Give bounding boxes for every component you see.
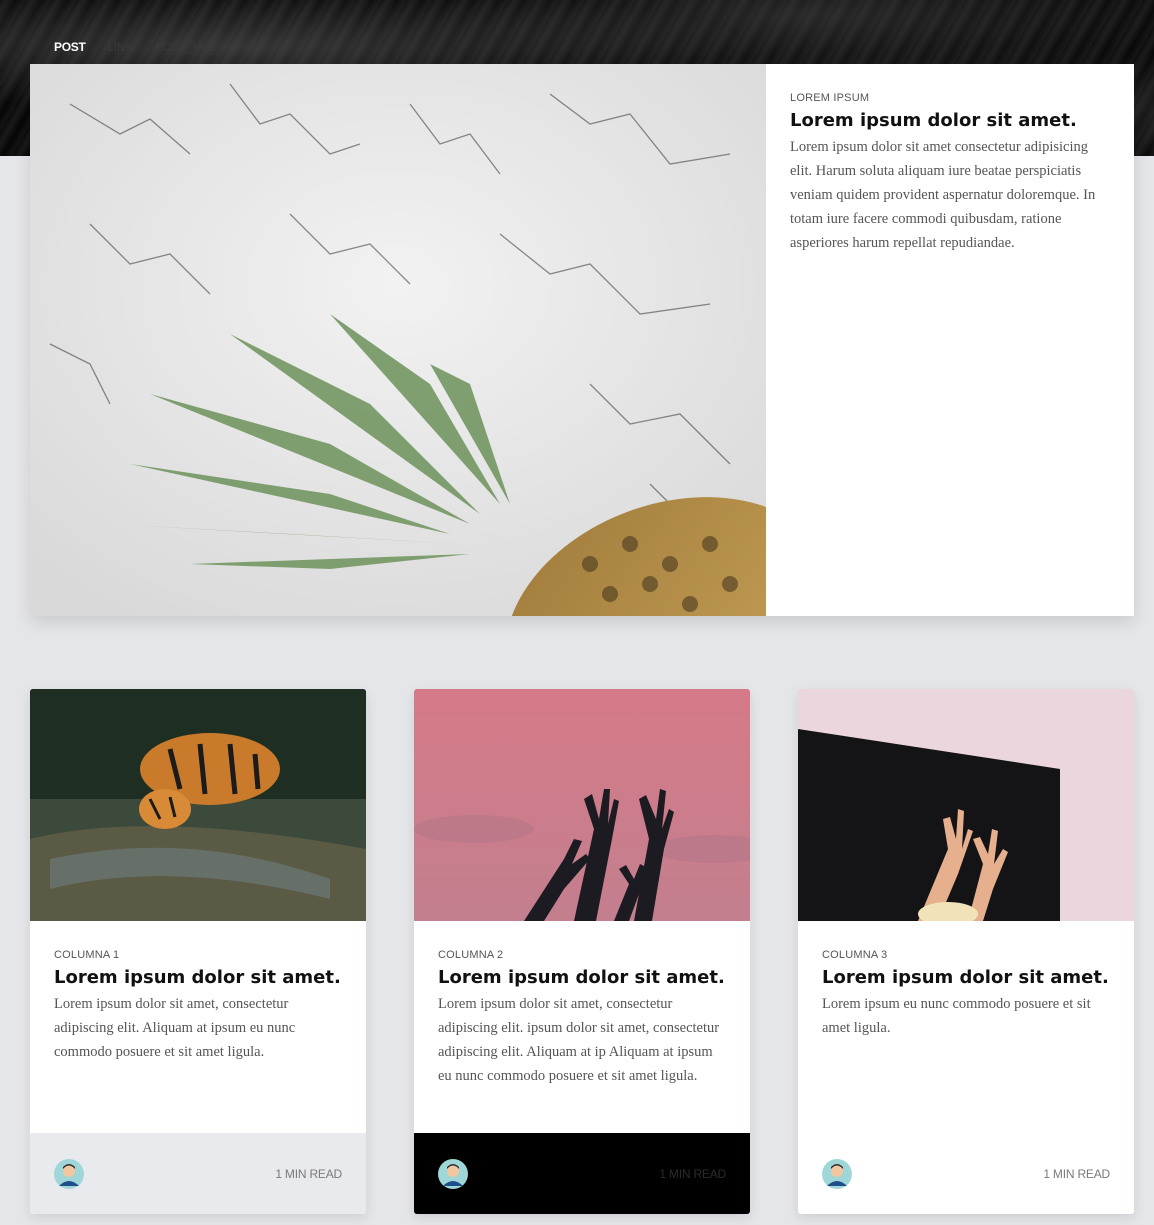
card-image-hands-pink [414,689,750,921]
card-footer: 1 MIN READ [30,1133,366,1214]
nav-link-post[interactable]: POST [54,40,86,54]
card-text: Lorem ipsum eu nunc commodo posuere et s… [822,995,1091,1036]
card-image-tiger [30,689,366,921]
card-content: COLUMNA 3 Lorem ipsum dolor sit amet. Lo… [798,921,1134,1133]
card-kicker: COLUMNA 3 [822,949,888,961]
card-kicker: COLUMNA 2 [438,949,504,961]
card-text: Lorem ipsum dolor sit amet, consectetur … [438,995,720,1084]
card-title[interactable]: Lorem ipsum dolor sit amet. [438,967,726,989]
card-content: COLUMNA 1 Lorem ipsum dolor sit amet. Lo… [30,921,366,1133]
read-time: 1 MIN READ [659,1166,726,1181]
author-avatar-icon[interactable] [54,1158,84,1189]
read-time: 1 MIN READ [275,1166,342,1181]
featured-post[interactable]: LOREM IPSUM Lorem ipsum dolor sit amet. … [30,64,1134,616]
featured-image [30,64,766,616]
card-image-hands-board [798,689,1134,921]
author-avatar-icon[interactable] [822,1158,852,1189]
featured-content: LOREM IPSUM Lorem ipsum dolor sit amet. … [766,64,1134,616]
card-title[interactable]: Lorem ipsum dolor sit amet. [822,967,1110,989]
featured-kicker: LOREM IPSUM [790,92,870,104]
nav-link-link[interactable]: LINK [107,40,133,54]
read-time: 1 MIN READ [1043,1166,1110,1181]
featured-title[interactable]: Lorem ipsum dolor sit amet. [790,110,1110,132]
featured-text: Lorem ipsum dolor sit amet consectetur a… [790,138,1096,251]
card-content: COLUMNA 2 Lorem ipsum dolor sit amet. Lo… [414,921,750,1133]
top-nav: POST LINK POST_VUE [54,40,217,54]
card-footer: 1 MIN READ [798,1133,1134,1214]
card-columna-2[interactable]: COLUMNA 2 Lorem ipsum dolor sit amet. Lo… [414,689,750,1214]
card-kicker: COLUMNA 1 [54,949,120,961]
card-columna-3[interactable]: COLUMNA 3 Lorem ipsum dolor sit amet. Lo… [798,689,1134,1214]
card-title[interactable]: Lorem ipsum dolor sit amet. [54,967,342,989]
nav-link-post-vue[interactable]: POST_VUE [155,40,217,54]
card-columna-1[interactable]: COLUMNA 1 Lorem ipsum dolor sit amet. Lo… [30,689,366,1214]
card-footer: 1 MIN READ [414,1133,750,1214]
card-text: Lorem ipsum dolor sit amet, consectetur … [54,995,296,1060]
author-avatar-icon[interactable] [438,1158,468,1189]
